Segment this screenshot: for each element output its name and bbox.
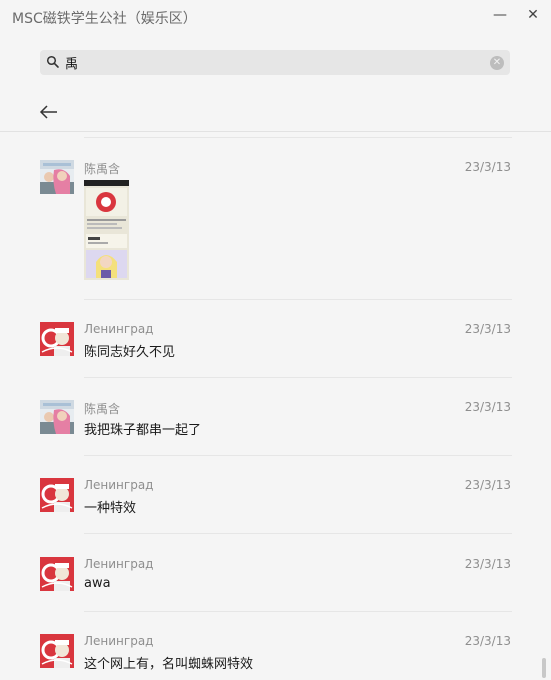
row-divider bbox=[84, 137, 512, 138]
message-sender: Ленинград bbox=[84, 322, 154, 336]
message-text: 一种特效 bbox=[84, 501, 137, 516]
message-timestamp: 23/3/13 bbox=[464, 322, 511, 336]
row-divider bbox=[84, 377, 512, 378]
message-text: 这个网上有，名叫蜘蛛网特效 bbox=[84, 657, 254, 672]
red-emblem-avatar bbox=[40, 322, 74, 356]
red-emblem-avatar bbox=[40, 634, 74, 668]
window-title: MSC磁铁学生公社（娱乐区） bbox=[12, 11, 197, 27]
image-thumbnail[interactable] bbox=[84, 180, 129, 280]
message-text: awa bbox=[84, 576, 111, 591]
message-sender: Ленинград bbox=[84, 634, 154, 648]
search-icon bbox=[46, 55, 59, 68]
search-box[interactable] bbox=[40, 50, 510, 75]
message-timestamp: 23/3/13 bbox=[464, 634, 511, 648]
minimize-button[interactable]: — bbox=[489, 4, 511, 26]
message-text: 陈同志好久不见 bbox=[84, 345, 176, 360]
red-emblem-avatar bbox=[40, 478, 74, 512]
clear-search-icon[interactable]: ✕ bbox=[490, 56, 504, 70]
message-text: 我把珠子都串一起了 bbox=[84, 423, 202, 438]
row-divider bbox=[84, 533, 512, 534]
scrollbar[interactable] bbox=[542, 658, 546, 678]
row-divider bbox=[84, 299, 512, 300]
message-timestamp: 23/3/13 bbox=[464, 160, 511, 174]
message-timestamp: 23/3/13 bbox=[464, 400, 511, 414]
message-sender: 陈禹含 bbox=[84, 402, 121, 416]
message-timestamp: 23/3/13 bbox=[464, 557, 511, 571]
anime-girl-avatar bbox=[40, 160, 74, 194]
search-results-list: 陈禹含 23/3/13 Ленинград 23/3/13 陈同志好久不见 陈禹… bbox=[0, 132, 551, 680]
message-timestamp: 23/3/13 bbox=[464, 478, 511, 492]
message-sender: Ленинград bbox=[84, 557, 154, 571]
anime-girl-avatar bbox=[40, 400, 74, 434]
close-button[interactable]: ✕ bbox=[522, 4, 544, 26]
message-sender: Ленинград bbox=[84, 478, 154, 492]
back-arrow-icon[interactable] bbox=[38, 101, 60, 123]
row-divider bbox=[84, 611, 512, 612]
search-input[interactable] bbox=[65, 53, 485, 72]
red-emblem-avatar bbox=[40, 557, 74, 591]
row-divider bbox=[84, 455, 512, 456]
title-bar: MSC磁铁学生公社（娱乐区） — ✕ bbox=[0, 0, 551, 34]
message-sender: 陈禹含 bbox=[84, 162, 121, 176]
